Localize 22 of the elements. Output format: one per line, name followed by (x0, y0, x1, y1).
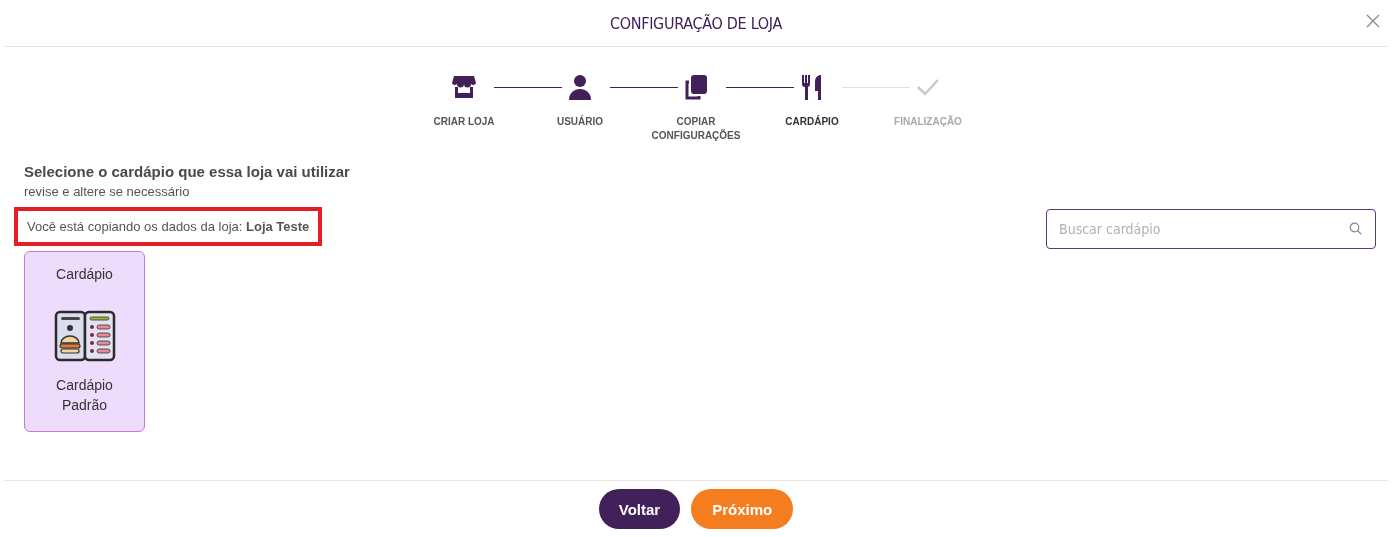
menu-icon (53, 310, 116, 362)
copy-icon (683, 74, 709, 100)
user-icon (568, 74, 592, 100)
store-icon (451, 74, 477, 100)
search-field[interactable]: Buscar cardápio (1046, 209, 1376, 249)
card-name: Cardápio Padrão (56, 376, 113, 415)
close-button[interactable] (1364, 12, 1382, 30)
step-label: FINALIZAÇÃO (893, 115, 963, 129)
step-label: CARDÁPIO (784, 115, 840, 129)
step-label: CRIAR LOJA (432, 115, 496, 129)
section-subheading: revise e altere se necessário (24, 184, 191, 199)
dialog-title: CONFIGURAÇÃO DE LOJA (609, 13, 783, 33)
menu-card[interactable]: Cardápio Cardápio Padrão (24, 251, 145, 432)
step-label: USUÁRIO (555, 115, 605, 129)
cutlery-icon (801, 74, 823, 100)
step-label: COPIAR CONFIGURAÇÕES (650, 115, 742, 143)
check-icon (916, 77, 940, 97)
search-icon (1349, 222, 1362, 235)
back-button[interactable]: Voltar (598, 489, 681, 529)
section-heading: Selecione o cardápio que essa loja vai utilizar (24, 163, 351, 180)
card-title: Cardápio (56, 266, 113, 282)
copy-notice: Você está copiando os dados da loja: Loja Teste (14, 207, 323, 246)
